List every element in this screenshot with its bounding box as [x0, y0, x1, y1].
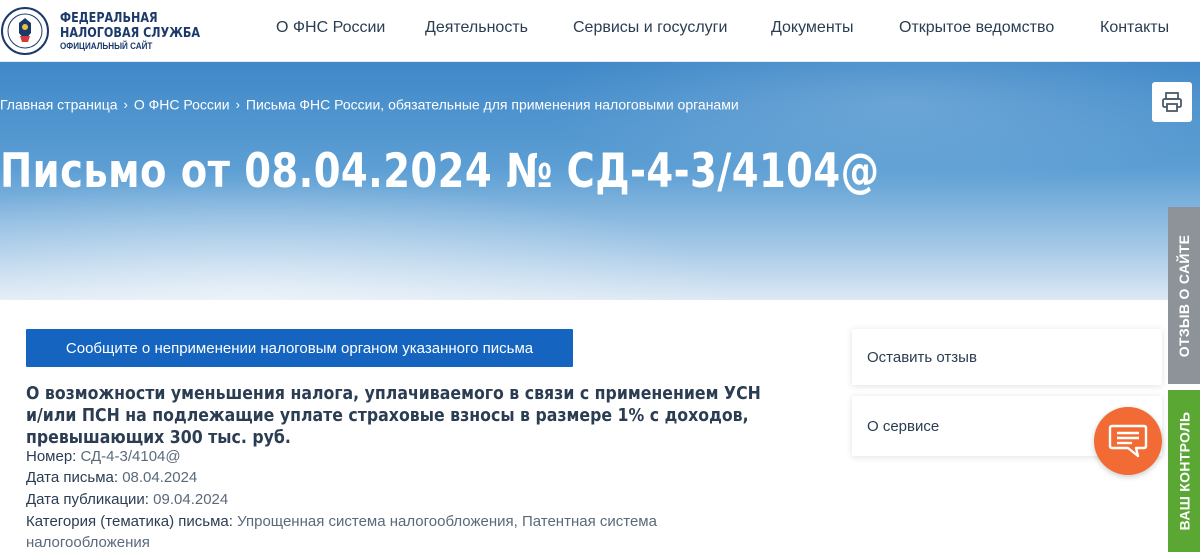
meta-category: Категория (тематика) письма: Упрощенная …	[26, 512, 657, 532]
meta-category-value-continued: налогообложения	[26, 534, 150, 551]
meta-date-value: 08.04.2024	[122, 469, 198, 486]
page-title: Письмо от 08.04.2024 № СД-4-3/4104@	[0, 144, 880, 199]
hero-banner: Главная страница › О ФНС России › Письма ФНС…	[0, 62, 1200, 300]
nav-item-activity[interactable]: Деятельность	[425, 19, 528, 37]
logo-subtitle: ОФИЦИАЛЬНЫЙ САЙТ	[60, 41, 153, 51]
meta-publication-date: Дата публикации: 09.04.2024	[26, 490, 228, 510]
meta-category-continued: налогообложения	[26, 533, 150, 552]
breadcrumb-about[interactable]: О ФНС России	[134, 96, 230, 112]
meta-category-value: Упрощенная система налогообложения, Пате…	[237, 513, 657, 530]
meta-date: Дата письма: 08.04.2024	[26, 468, 197, 488]
meta-pub-label: Дата публикации:	[26, 491, 149, 508]
chevron-right-icon: ›	[123, 96, 128, 112]
meta-category-label: Категория (тематика) письма:	[26, 513, 233, 530]
chevron-right-icon: ›	[235, 96, 240, 112]
meta-pub-value: 09.04.2024	[153, 491, 229, 508]
site-feedback-tab-label: ОТЗЫВ О САЙТЕ	[1176, 234, 1193, 357]
report-non-application-button[interactable]: Сообщите о неприменении налоговым органо…	[26, 329, 573, 367]
site-logo-text[interactable]: ФЕДЕРАЛЬНАЯ НАЛОГОВАЯ СЛУЖБА ОФИЦИАЛЬНЫЙ…	[60, 11, 223, 52]
meta-number-value: СД-4-3/4104@	[80, 448, 181, 465]
nav-item-open-agency[interactable]: Открытое ведомство	[899, 19, 1054, 37]
printer-icon	[1162, 92, 1182, 112]
nav-item-about[interactable]: О ФНС России	[276, 19, 385, 37]
chat-icon	[1108, 424, 1148, 458]
logo-title-line1: ФЕДЕРАЛЬНАЯ	[60, 11, 158, 26]
nav-item-documents[interactable]: Документы	[771, 19, 853, 37]
meta-number-label: Номер:	[26, 448, 77, 465]
document-heading: О возможности уменьшения налога, уплачив…	[26, 384, 761, 448]
breadcrumb-home[interactable]: Главная страница	[0, 96, 118, 112]
nav-item-services[interactable]: Сервисы и госуслуги	[573, 19, 727, 37]
logo-title-line2: НАЛОГОВАЯ СЛУЖБА	[60, 26, 201, 41]
breadcrumb: Главная страница › О ФНС России › Письма ФНС…	[0, 95, 739, 112]
print-button[interactable]	[1152, 82, 1192, 122]
breadcrumb-letters[interactable]: Письма ФНС России, обязательные для прим…	[246, 96, 739, 112]
fns-emblem-icon[interactable]	[0, 6, 50, 56]
your-control-tab[interactable]: ВАШ КОНТРОЛЬ	[1168, 390, 1200, 552]
meta-number: Номер: СД-4-3/4104@	[26, 447, 181, 467]
site-header: ФЕДЕРАЛЬНАЯ НАЛОГОВАЯ СЛУЖБА ОФИЦИАЛЬНЫЙ…	[0, 0, 1200, 62]
leave-feedback-link[interactable]: Оставить отзыв	[852, 329, 1162, 385]
chat-button[interactable]	[1094, 407, 1162, 475]
meta-date-label: Дата письма:	[26, 469, 119, 486]
nav-item-contacts[interactable]: Контакты	[1100, 19, 1169, 37]
site-feedback-tab[interactable]: ОТЗЫВ О САЙТЕ	[1168, 207, 1200, 384]
your-control-tab-label: ВАШ КОНТРОЛЬ	[1176, 411, 1193, 531]
